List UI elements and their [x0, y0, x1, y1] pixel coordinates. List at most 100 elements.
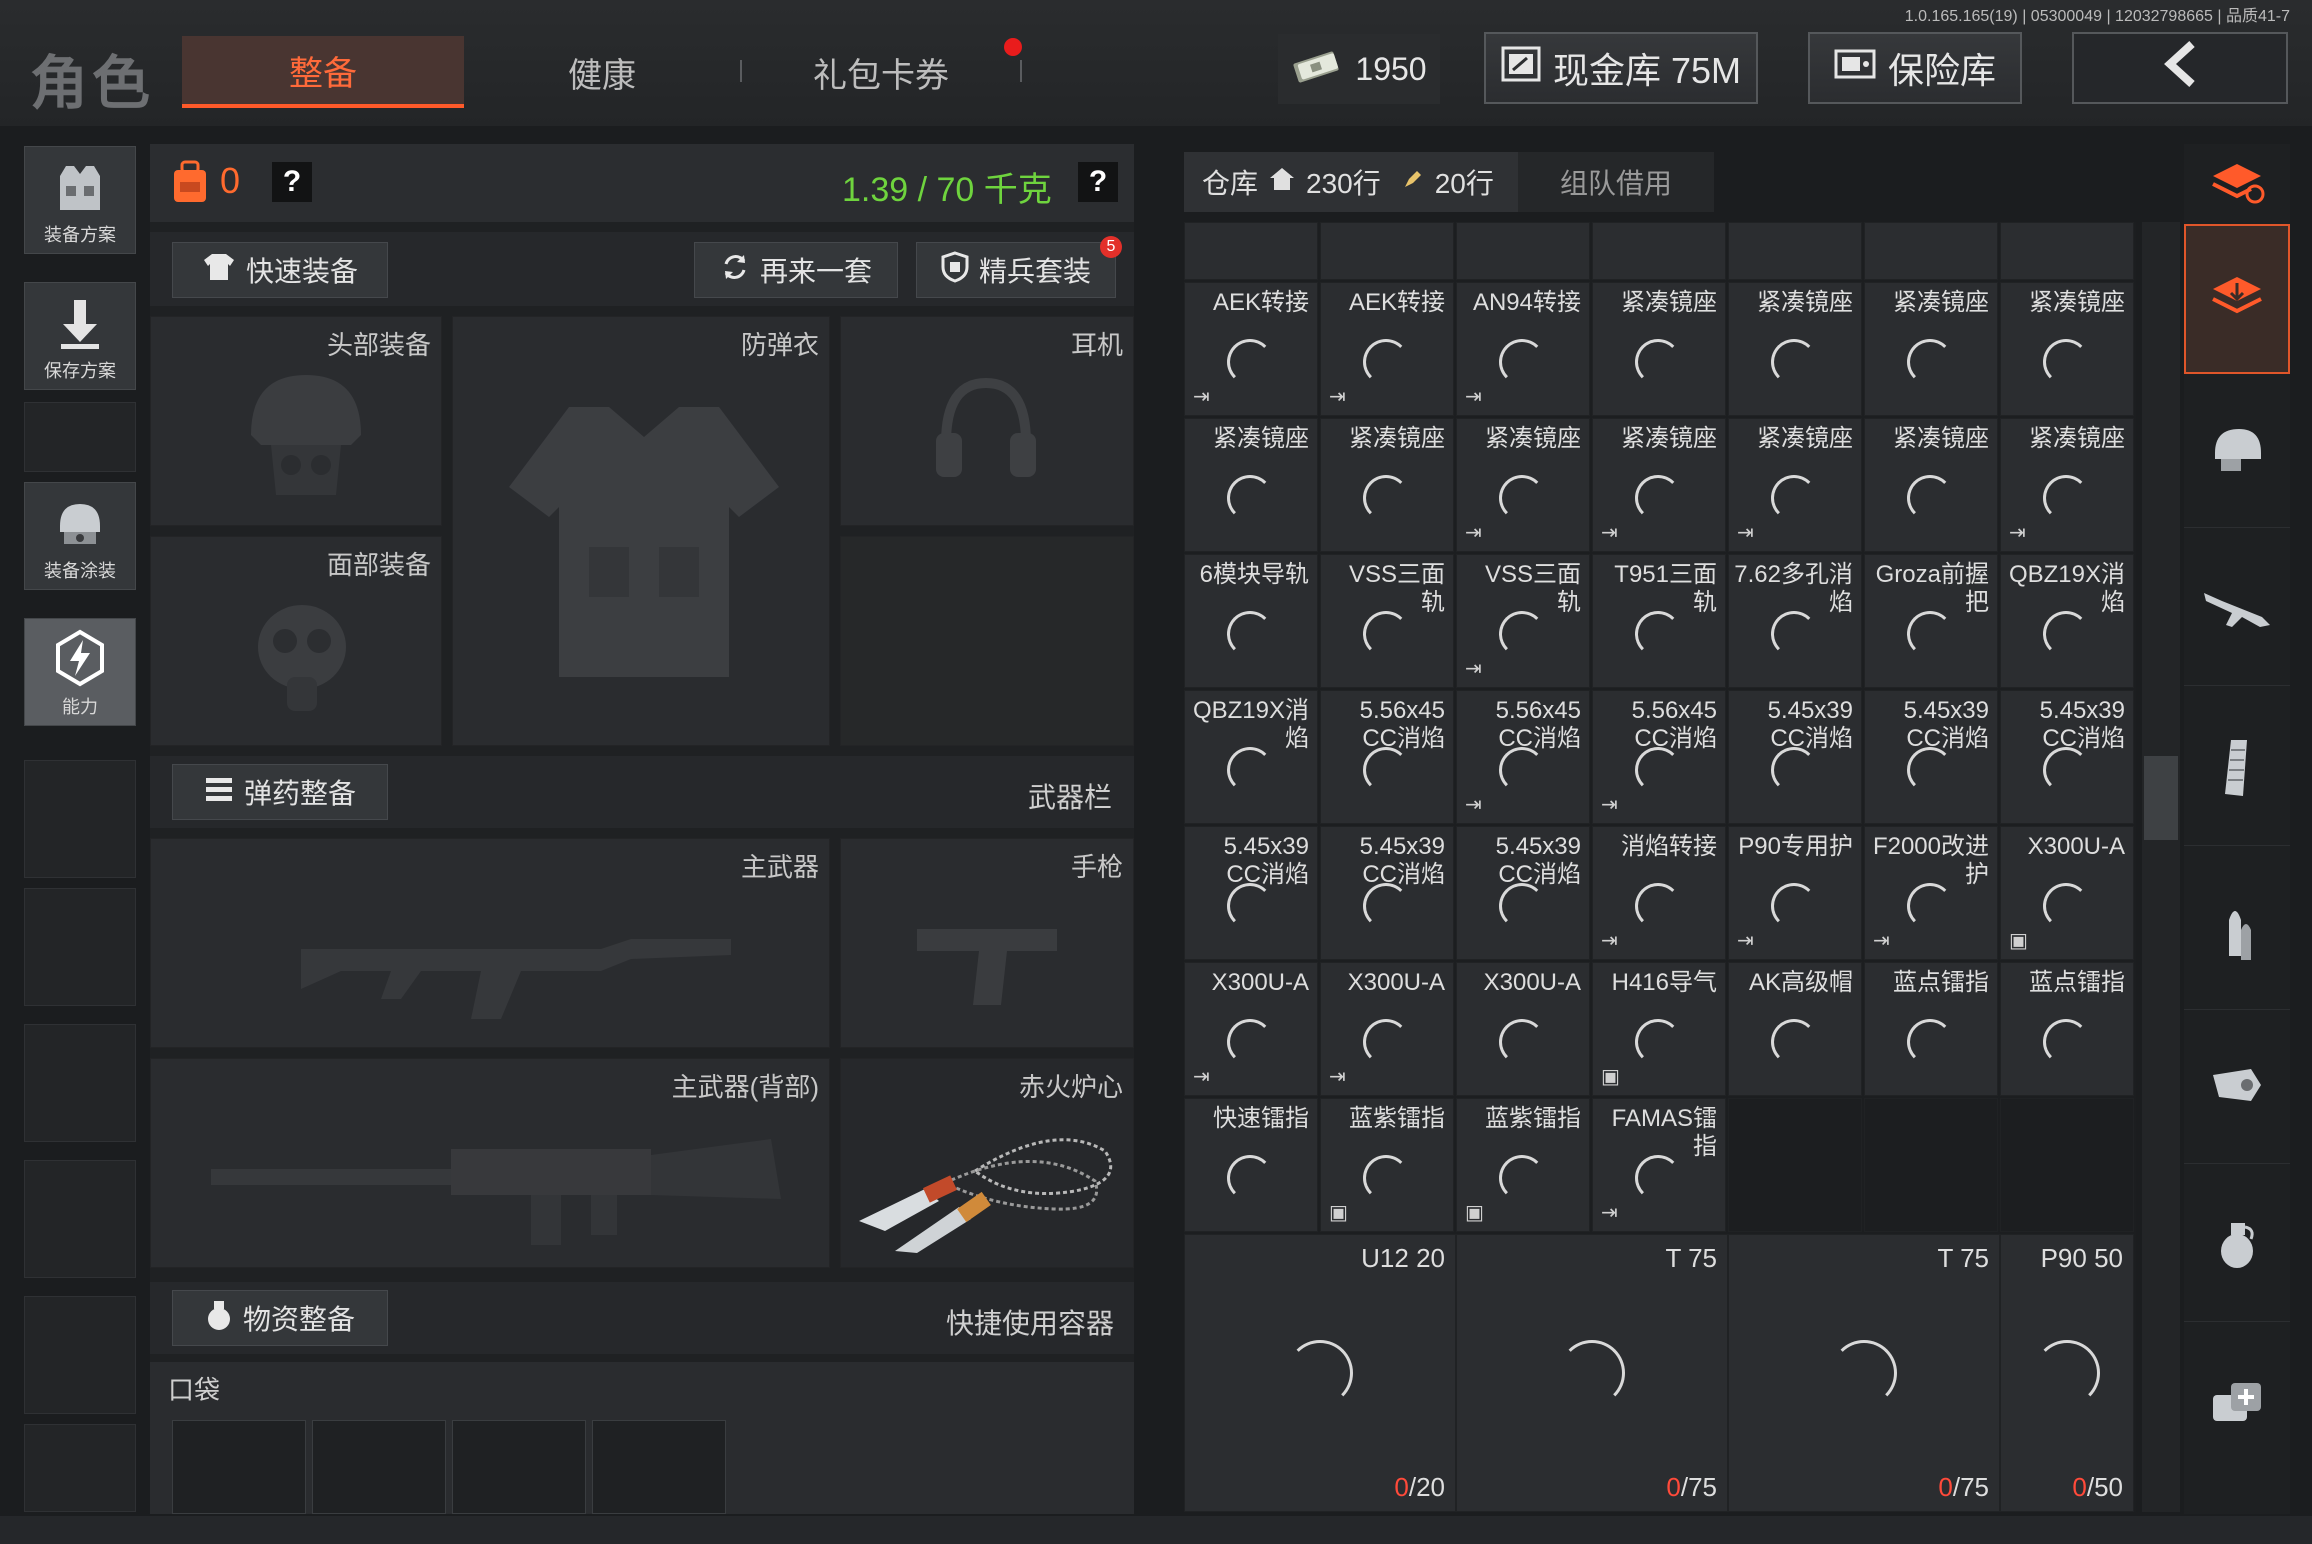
sort-stack-button[interactable] [2184, 144, 2290, 224]
category-ammo[interactable] [2184, 860, 2290, 1010]
supply-prep-button[interactable]: 物资整备 [172, 1290, 388, 1346]
warehouse-item[interactable]: Groza前握把 [1864, 554, 1998, 688]
warehouse-item[interactable]: 5.45x39 CC消焰 [2000, 690, 2134, 824]
category-magazines[interactable] [2184, 696, 2290, 846]
ammo-item[interactable]: T 75 0/75 [1728, 1234, 2000, 1512]
warehouse-item[interactable]: 6模块导轨 [1184, 554, 1318, 688]
warehouse-item[interactable]: QBZ19X消焰 [2000, 554, 2134, 688]
category-all[interactable] [2184, 224, 2290, 374]
category-attachments[interactable] [2184, 1014, 2290, 1164]
warehouse-item[interactable]: X300U-A ▣ [2000, 826, 2134, 960]
ammo-prep-button[interactable]: 弹药整备 [172, 764, 388, 820]
tab-gift-cards[interactable]: 礼包卡券 [740, 36, 1022, 108]
warehouse-item[interactable]: 紧凑镜座 ⇥ [1592, 418, 1726, 552]
warehouse-item[interactable]: 蓝点镭指 [1864, 962, 1998, 1096]
cash-vault-button[interactable]: 现金库 75M [1484, 32, 1758, 104]
warehouse-item[interactable]: 蓝紫镭指 ▣ [1320, 1098, 1454, 1232]
warehouse-item[interactable]: 紧凑镜座 [1864, 282, 1998, 416]
melee-slot[interactable]: 赤火炉心 [840, 1058, 1134, 1268]
warehouse-item[interactable]: 紧凑镜座 [1184, 418, 1318, 552]
warehouse-item[interactable]: 快速镭指 [1184, 1098, 1318, 1232]
warehouse-item[interactable]: X300U-A ⇥ [1320, 962, 1454, 1096]
ammo-item[interactable]: U12 20 0/20 [1184, 1234, 1456, 1512]
warehouse-item-partial[interactable] [1864, 222, 1998, 280]
save-plan-button[interactable]: 保存方案 [24, 282, 136, 390]
ammo-item[interactable]: T 75 0/75 [1456, 1234, 1728, 1512]
warehouse-item[interactable]: 5.56x45 CC消焰 [1320, 690, 1454, 824]
equipment-plan-button[interactable]: 装备方案 [24, 146, 136, 254]
warehouse-item[interactable]: 紧凑镜座 [1592, 282, 1726, 416]
team-borrow-tab[interactable]: 组队借用 [1518, 152, 1714, 212]
warehouse-item[interactable]: 紧凑镜座 [1864, 418, 1998, 552]
warehouse-item[interactable]: 5.56x45 CC消焰 ⇥ [1456, 690, 1590, 824]
category-gear[interactable] [2184, 378, 2290, 528]
ammo-item[interactable]: P90 50 0/50 [2000, 1234, 2134, 1512]
pocket-slot[interactable] [592, 1420, 726, 1514]
primary-back-weapon-slot[interactable]: 主武器(背部) [150, 1058, 830, 1268]
warehouse-item[interactable]: P90专用护 ⇥ [1728, 826, 1862, 960]
warehouse-item[interactable]: F2000改进护 ⇥ [1864, 826, 1998, 960]
warehouse-item[interactable]: 紧凑镜座 [2000, 282, 2134, 416]
warehouse-item-partial[interactable] [1184, 222, 1318, 280]
category-weapons[interactable] [2184, 536, 2290, 686]
warehouse-item[interactable]: T951三面轨 [1592, 554, 1726, 688]
empty-warehouse-slot[interactable] [1864, 1098, 1998, 1232]
warehouse-item[interactable]: AN94转接 ⇥ [1456, 282, 1590, 416]
warehouse-item[interactable]: 5.56x45 CC消焰 ⇥ [1592, 690, 1726, 824]
warehouse-item[interactable]: 消焰转接 ⇥ [1592, 826, 1726, 960]
back-button[interactable] [2072, 32, 2288, 104]
warehouse-item[interactable]: VSS三面轨 [1320, 554, 1454, 688]
warehouse-item[interactable]: H416导气 ▣ [1592, 962, 1726, 1096]
pocket-slot[interactable] [452, 1420, 586, 1514]
face-gear-slot[interactable]: 面部装备 [150, 536, 442, 746]
warehouse-item[interactable]: 蓝紫镭指 ▣ [1456, 1098, 1590, 1232]
warehouse-item[interactable]: 紧凑镜座 ⇥ [1456, 418, 1590, 552]
warehouse-item[interactable]: AEK转接 ⇥ [1320, 282, 1454, 416]
warehouse-item[interactable]: 5.45x39 CC消焰 [1320, 826, 1454, 960]
primary-weapon-slot[interactable]: 主武器 [150, 838, 830, 1048]
warehouse-item[interactable]: 紧凑镜座 [1320, 418, 1454, 552]
warehouse-item[interactable]: AK高级帽 [1728, 962, 1862, 1096]
category-throwables[interactable] [2184, 1172, 2290, 1322]
warehouse-item[interactable]: X300U-A [1456, 962, 1590, 1096]
warehouse-item-partial[interactable] [1320, 222, 1454, 280]
scrollbar-thumb[interactable] [2144, 756, 2178, 840]
warehouse-item[interactable]: AEK转接 ⇥ [1184, 282, 1318, 416]
warehouse-item[interactable]: 7.62多孔消焰 [1728, 554, 1862, 688]
warehouse-item[interactable]: X300U-A ⇥ [1184, 962, 1318, 1096]
quick-equip-button[interactable]: 快速装备 [172, 242, 388, 298]
equip-again-button[interactable]: 再来一套 [694, 242, 898, 298]
warehouse-item-partial[interactable] [1592, 222, 1726, 280]
pistol-slot[interactable]: 手枪 [840, 838, 1134, 1048]
warehouse-item-partial[interactable] [1456, 222, 1590, 280]
empty-warehouse-slot[interactable] [2000, 1098, 2134, 1232]
warehouse-item[interactable]: 紧凑镜座 [1728, 282, 1862, 416]
warehouse-item[interactable]: 紧凑镜座 ⇥ [2000, 418, 2134, 552]
warehouse-item[interactable]: 5.45x39 CC消焰 [1456, 826, 1590, 960]
empty-warehouse-slot[interactable] [1728, 1098, 1862, 1232]
warehouse-item[interactable]: 5.45x39 CC消焰 [1728, 690, 1862, 824]
category-medical[interactable] [2184, 1330, 2290, 1480]
headset-slot[interactable]: 耳机 [840, 316, 1134, 526]
pocket-slot[interactable] [172, 1420, 306, 1514]
warehouse-item[interactable]: 5.45x39 CC消焰 [1864, 690, 1998, 824]
warehouse-item[interactable]: 蓝点镭指 [2000, 962, 2134, 1096]
elite-set-button[interactable]: 精兵套装 [916, 242, 1116, 298]
help-icon[interactable]: ? [272, 162, 312, 202]
head-gear-slot[interactable]: 头部装备 [150, 316, 442, 526]
warehouse-item[interactable]: VSS三面轨 ⇥ [1456, 554, 1590, 688]
warehouse-item[interactable]: QBZ19X消焰 [1184, 690, 1318, 824]
ability-button[interactable]: 能力 [24, 618, 136, 726]
safe-button[interactable]: 保险库 [1808, 32, 2022, 104]
weight-help-icon[interactable]: ? [1078, 162, 1118, 202]
warehouse-item[interactable]: FAMAS镭指 ⇥ [1592, 1098, 1726, 1232]
warehouse-item[interactable]: 紧凑镜座 ⇥ [1728, 418, 1862, 552]
warehouse-item-partial[interactable] [2000, 222, 2134, 280]
warehouse-item-partial[interactable] [1728, 222, 1862, 280]
warehouse-item[interactable]: 5.45x39 CC消焰 [1184, 826, 1318, 960]
armor-slot[interactable]: 防弹衣 [452, 316, 830, 746]
pocket-slot[interactable] [312, 1420, 446, 1514]
tab-health[interactable]: 健康 [470, 36, 734, 108]
tab-equip[interactable]: 整备 [182, 36, 464, 108]
equipment-paint-button[interactable]: 装备涂装 [24, 482, 136, 590]
